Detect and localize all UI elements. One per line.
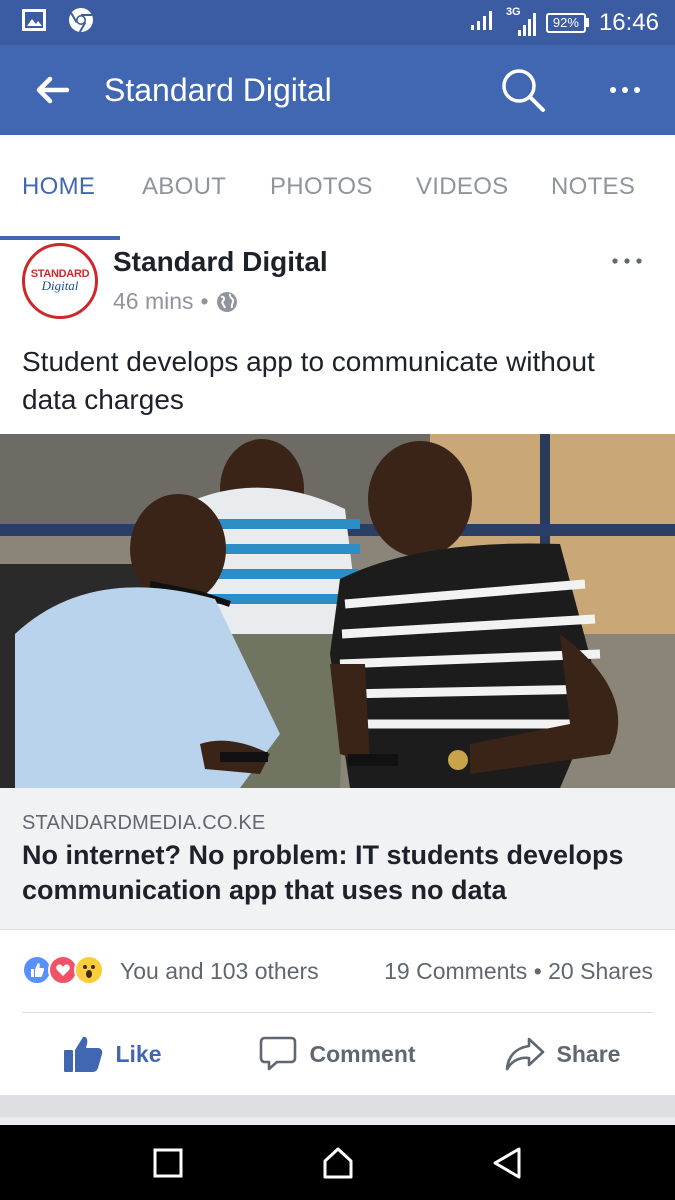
- more-horizontal-icon: [610, 87, 640, 93]
- page-avatar[interactable]: STANDARD Digital: [22, 243, 98, 319]
- share-arrow-icon: [505, 1037, 544, 1071]
- like-label: Like: [115, 1040, 162, 1067]
- post-meta: 46 mins •: [113, 288, 238, 315]
- thumbs-up-icon: [64, 1036, 103, 1072]
- app-title: Standard Digital: [104, 71, 332, 108]
- comments-count[interactable]: 19 Comments: [384, 958, 527, 984]
- shares-count[interactable]: 20 Shares: [548, 958, 653, 984]
- recent-apps-button[interactable]: [138, 1139, 198, 1187]
- globe-icon: [216, 291, 237, 312]
- back-button[interactable]: [22, 60, 82, 120]
- tab-home[interactable]: HOME: [22, 173, 95, 201]
- post-text: Student develops app to communicate with…: [22, 346, 595, 415]
- comment-button[interactable]: Comment: [225, 1013, 450, 1095]
- more-options-button[interactable]: [595, 60, 655, 120]
- triangle-back-icon: [493, 1147, 521, 1179]
- comment-icon: [260, 1036, 297, 1071]
- arrow-left-icon: [36, 76, 69, 104]
- battery-level: 92%: [545, 12, 586, 33]
- app-bar: Standard Digital: [0, 45, 675, 135]
- engagement-counts: 19 Comments • 20 Shares: [384, 958, 653, 985]
- students-photo-illustration: [0, 434, 675, 788]
- link-title: No internet? No problem: IT students dev…: [22, 840, 624, 905]
- tab-videos[interactable]: VIDEOS: [416, 173, 509, 201]
- page-tabs: HOME ABOUT PHOTOS VIDEOS NOTES: [0, 135, 675, 240]
- meta-separator: •: [200, 288, 209, 314]
- mobile-data-icon: 3G: [506, 6, 536, 38]
- avatar-logo-line2: Digital: [41, 278, 79, 293]
- home-button[interactable]: [308, 1139, 368, 1187]
- reaction-summary[interactable]: You and 103 others: [120, 958, 319, 985]
- reaction-icons[interactable]: [22, 955, 104, 985]
- feed-separator: [0, 1095, 675, 1117]
- share-label: Share: [556, 1040, 621, 1067]
- back-nav-button[interactable]: [477, 1139, 537, 1187]
- like-button[interactable]: Like: [0, 1013, 225, 1095]
- share-button[interactable]: Share: [450, 1013, 675, 1095]
- post-actions: Like Comment Share: [0, 1013, 675, 1095]
- link-preview[interactable]: STANDARDMEDIA.CO.KE No internet? No prob…: [0, 788, 675, 930]
- battery-cap: [585, 18, 589, 27]
- search-icon: [502, 69, 545, 112]
- page-name[interactable]: Standard Digital: [113, 246, 328, 278]
- chrome-notification-icon: [68, 7, 94, 38]
- post-options-button[interactable]: [607, 246, 647, 276]
- comment-label: Comment: [309, 1040, 416, 1067]
- reactions-bar: You and 103 others 19 Comments • 20 Shar…: [0, 940, 675, 1004]
- post-header: STANDARD Digital Standard Digital 46 min…: [0, 240, 675, 330]
- post-photo[interactable]: [0, 434, 675, 788]
- counts-separator: •: [533, 958, 542, 984]
- status-bar: 3G 92% 16:46: [0, 0, 675, 45]
- tab-about[interactable]: ABOUT: [142, 173, 226, 201]
- tab-notes[interactable]: NOTES: [551, 173, 635, 201]
- search-button[interactable]: [493, 60, 553, 120]
- post-time[interactable]: 46 mins: [113, 288, 194, 315]
- home-icon: [323, 1147, 353, 1179]
- battery-indicator: 92%: [545, 12, 589, 33]
- system-navigation-bar: [0, 1125, 675, 1200]
- clock: 16:46: [598, 8, 659, 36]
- link-domain: STANDARDMEDIA.CO.KE: [22, 812, 266, 834]
- wow-reaction-icon: [74, 955, 104, 985]
- gallery-notification-icon: [22, 9, 46, 36]
- signal-icon: [470, 9, 496, 36]
- more-horizontal-icon: [612, 258, 642, 264]
- tab-photos[interactable]: PHOTOS: [270, 173, 373, 201]
- square-icon: [153, 1148, 183, 1178]
- feed-separator-light: [0, 1117, 675, 1125]
